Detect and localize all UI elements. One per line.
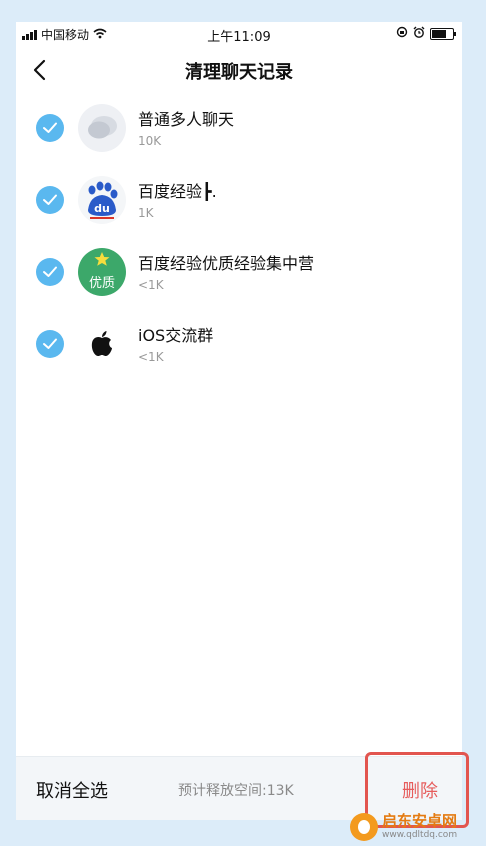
chat-name: 普通多人聊天 (138, 110, 235, 129)
chat-name: 百度经验优质经验集中营 (138, 254, 315, 273)
watermark-text: 启东安卓网 www.qdltdq.com (382, 814, 457, 840)
watermark: 启东安卓网 www.qdltdq.com (350, 808, 486, 846)
chat-item[interactable]: iOS交流群 <1K (16, 316, 462, 388)
check-icon (43, 338, 57, 349)
checkbox-checked[interactable] (36, 258, 64, 286)
apple-logo (78, 320, 126, 368)
alarm-icon (413, 26, 425, 41)
battery-icon (430, 27, 456, 40)
phone-screen: 中国移动 上午11:09 清理聊天记录 普通多人聊天 10K du 百度经验┣.… (16, 22, 462, 820)
watermark-title: 启东安卓网 (382, 812, 458, 830)
page-title: 清理聊天记录 (185, 62, 293, 83)
checkbox-checked[interactable] (36, 186, 64, 214)
avatar-text: 优质 (88, 276, 115, 291)
check-icon (43, 266, 57, 277)
chat-item[interactable]: 优质 百度经验优质经验集中营 <1K (16, 244, 462, 316)
youzhi-badge: 优质 (78, 248, 126, 296)
checkbox-checked[interactable] (36, 114, 64, 142)
check-icon (43, 194, 57, 205)
check-icon (43, 122, 57, 133)
watermark-logo-icon (350, 813, 378, 841)
rotation-lock-icon (396, 26, 408, 41)
checkbox-checked[interactable] (36, 330, 64, 358)
nav-bar: 清理聊天记录 (16, 50, 462, 90)
star-icon (94, 252, 110, 266)
watermark-url: www.qdltdq.com (382, 830, 458, 840)
chat-size: 10K (138, 134, 162, 148)
chat-size: <1K (138, 350, 164, 364)
chat-item[interactable]: 普通多人聊天 10K (16, 100, 462, 172)
free-space-label: 预计释放空间:13K (178, 783, 294, 799)
chat-size: 1K (138, 206, 154, 220)
chat-list: 普通多人聊天 10K du 百度经验┣. 1K 优质 百度经验优质经验集中营 <… (16, 100, 462, 388)
group-chat-icon (78, 104, 126, 152)
chat-name: iOS交流群 (138, 326, 214, 345)
svg-text:du: du (94, 202, 110, 215)
status-bar: 中国移动 上午11:09 (16, 22, 462, 46)
chat-name: 百度经验┣. (138, 182, 217, 201)
baidu-logo: du (78, 176, 126, 224)
chat-item[interactable]: du 百度经验┣. 1K (16, 172, 462, 244)
deselect-all-button[interactable]: 取消全选 (36, 777, 108, 803)
status-right (396, 26, 456, 41)
chat-size: <1K (138, 278, 164, 292)
